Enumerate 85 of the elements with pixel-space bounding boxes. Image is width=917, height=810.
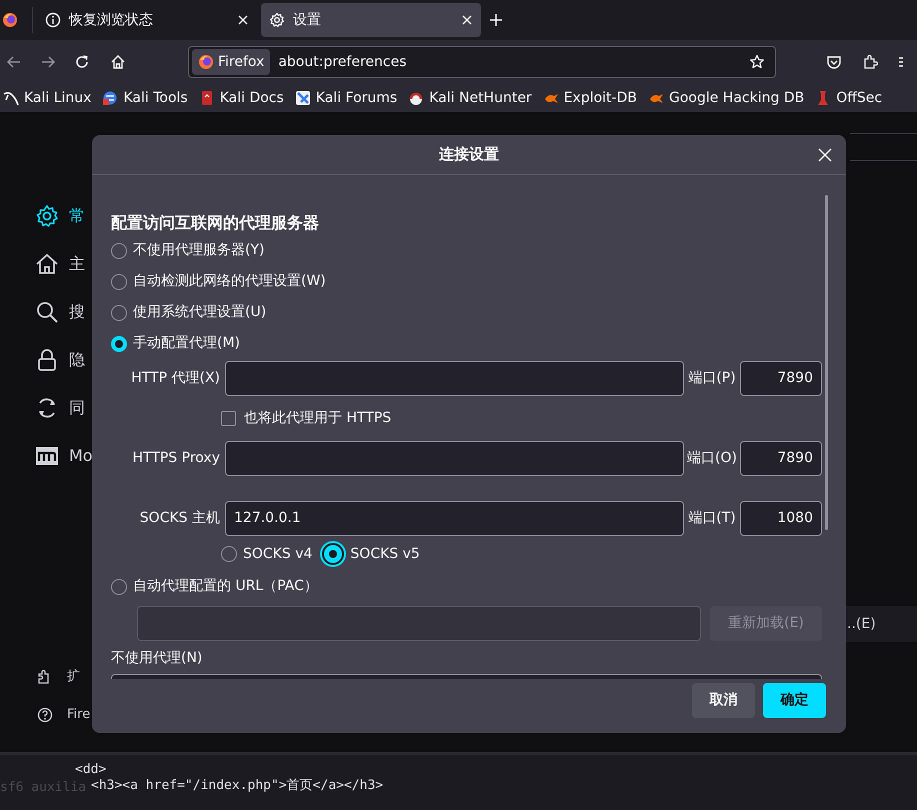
- port-field[interactable]: 1080: [740, 501, 822, 536]
- new-tab-icon[interactable]: [489, 13, 503, 27]
- lock-icon: [35, 348, 59, 372]
- checkbox[interactable]: [221, 411, 236, 426]
- host-field[interactable]: [225, 441, 684, 476]
- code-line: <dd>: [75, 762, 106, 778]
- reload-icon[interactable]: [74, 54, 90, 70]
- sidebar-item[interactable]: 主: [35, 240, 89, 288]
- field-label: 不使用代理(N): [111, 648, 204, 668]
- radio-label: 自动代理配置的 URL（PAC）: [133, 577, 318, 596]
- section-heading: 配置访问互联网的代理服务器: [111, 212, 320, 234]
- bookmark-icon: [294, 90, 311, 106]
- field-label: 端口(T): [687, 509, 737, 528]
- port-field[interactable]: 7890: [740, 441, 822, 476]
- radio-button[interactable]: [111, 578, 127, 594]
- radio-button[interactable]: [111, 274, 127, 290]
- firefox-icon[interactable]: [2, 12, 18, 28]
- bookmark[interactable]: Kali Forums: [294, 86, 398, 110]
- sidebar-item[interactable]: 同: [35, 384, 89, 432]
- extensions-icon[interactable]: [862, 54, 878, 70]
- settings-icon: [35, 204, 59, 228]
- ok-button[interactable]: 确定: [763, 683, 826, 718]
- close-icon[interactable]: [237, 14, 249, 26]
- tab-title: 恢复浏览状态: [69, 10, 154, 30]
- radio-label: 手动配置代理(M): [133, 334, 240, 353]
- bookmark[interactable]: Kali Docs: [198, 86, 284, 110]
- url-text: about:preferences: [278, 52, 408, 72]
- url-field[interactable]: [137, 606, 701, 641]
- close-icon[interactable]: [818, 148, 832, 162]
- back-icon[interactable]: [6, 54, 22, 70]
- sidebar-item[interactable]: 隐: [35, 336, 89, 384]
- dialog-title: 连接设置: [439, 144, 499, 166]
- forward-icon[interactable]: [40, 54, 56, 70]
- radio-button[interactable]: [111, 242, 127, 258]
- browser-tab[interactable]: 恢复浏览状态: [37, 3, 257, 37]
- bookmark[interactable]: Kali Linux: [3, 86, 92, 110]
- radio-button[interactable]: [322, 543, 344, 565]
- firefox-icon: [198, 54, 214, 70]
- bookmark[interactable]: Exploit-DB: [542, 86, 637, 110]
- search-icon: [35, 300, 59, 324]
- scrollbar[interactable]: [825, 195, 828, 530]
- field-label: HTTP 代理(X): [130, 369, 220, 388]
- pocket-icon[interactable]: [826, 54, 842, 70]
- radio-label: 使用系统代理设置(U): [133, 303, 266, 322]
- radio-label: 自动检测此网络的代理设置(W): [133, 272, 326, 291]
- radio-label: SOCKS v5: [350, 544, 420, 564]
- field-label: 端口(P): [687, 369, 737, 388]
- host-field[interactable]: [225, 361, 684, 396]
- bookmark[interactable]: OffSec: [815, 86, 882, 110]
- info-icon: [45, 12, 61, 28]
- radio-button[interactable]: [221, 546, 237, 562]
- field-label: HTTPS Proxy: [131, 449, 220, 468]
- code-line: <h3><a href="/index.php">首页</a></h3>: [91, 778, 384, 794]
- bookmark[interactable]: Kali NetHunter: [408, 86, 532, 110]
- bookmark-icon: [102, 90, 118, 106]
- sidebar-item[interactable]: 常: [35, 192, 89, 240]
- field-label: SOCKS 主机: [138, 509, 220, 528]
- radio-button[interactable]: [111, 304, 127, 320]
- identity-chip[interactable]: Firefox: [192, 49, 270, 75]
- help-icon: [37, 707, 53, 723]
- field-label: 端口(O): [686, 449, 738, 468]
- search-field[interactable]: [850, 133, 917, 161]
- bookmark[interactable]: Kali Tools: [102, 86, 188, 110]
- host-field[interactable]: 127.0.0.1: [225, 501, 684, 536]
- checkbox-label: 也将此代理用于 HTTPS: [244, 409, 392, 428]
- sidebar-link[interactable]: 扩: [35, 658, 92, 696]
- star-icon[interactable]: [749, 54, 765, 70]
- settings-icon: [269, 12, 285, 28]
- sidebar-link[interactable]: Fire: [35, 696, 92, 734]
- browser-tab[interactable]: 设置: [261, 3, 481, 37]
- port-field[interactable]: 7890: [740, 361, 822, 396]
- bookmark[interactable]: Google Hacking DB: [648, 86, 804, 110]
- home-icon: [35, 252, 59, 276]
- address-bar[interactable]: Firefox about:preferences: [188, 46, 776, 78]
- cancel-button[interactable]: 取消: [692, 683, 755, 718]
- bookmark-icon: [3, 90, 19, 106]
- sidebar-item[interactable]: 搜: [35, 288, 89, 336]
- text-area[interactable]: [111, 674, 822, 679]
- letter-m-icon: [35, 444, 59, 468]
- tab-title: 设置: [293, 10, 322, 30]
- close-icon[interactable]: [461, 14, 473, 26]
- radio-label: SOCKS v4: [243, 544, 312, 564]
- home-icon[interactable]: [110, 54, 126, 70]
- bookmark-icon: [408, 90, 424, 106]
- radio-label: 不使用代理服务器(Y): [133, 241, 264, 260]
